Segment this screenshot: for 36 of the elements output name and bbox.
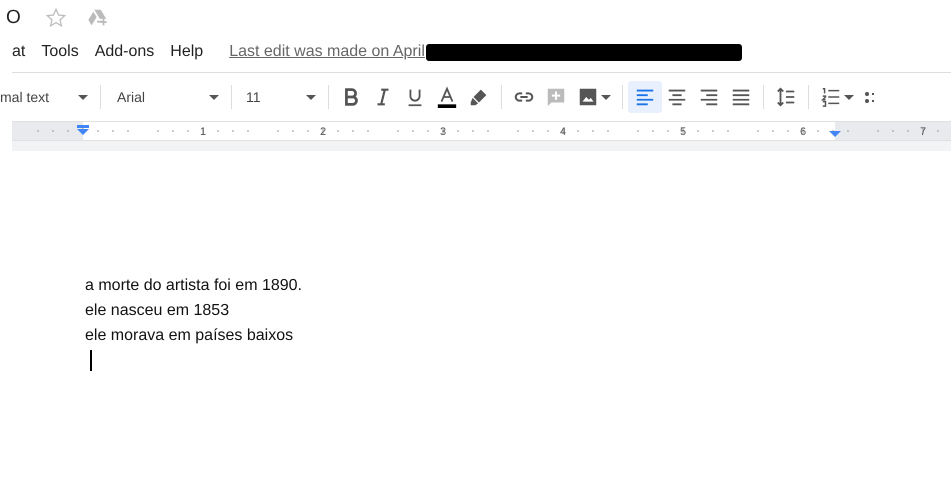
size-dropdown[interactable]: 11 bbox=[238, 82, 322, 112]
ruler-margin bbox=[12, 122, 83, 140]
menu-item[interactable]: Tools bbox=[41, 43, 79, 61]
ruler-number: 6 bbox=[800, 126, 806, 138]
style-dropdown[interactable]: mal text bbox=[0, 82, 94, 112]
ruler-number: 2 bbox=[320, 126, 326, 138]
text-cursor bbox=[90, 350, 92, 371]
menu-item[interactable]: Help bbox=[170, 43, 204, 61]
menu-item[interactable]: at bbox=[12, 43, 26, 61]
caret-icon bbox=[306, 94, 316, 100]
document-title[interactable]: O bbox=[6, 7, 21, 29]
last-edit-link[interactable]: Last edit was made on April bbox=[229, 43, 425, 61]
line-spacing-icon bbox=[775, 86, 797, 108]
caret-icon bbox=[601, 94, 611, 100]
text-line: ele nasceu em 1853 bbox=[85, 301, 230, 321]
ruler-number: 5 bbox=[680, 126, 686, 138]
add-comment-icon bbox=[545, 86, 567, 108]
menu-item[interactable]: Add-ons bbox=[94, 43, 154, 61]
align-left-button[interactable] bbox=[628, 81, 662, 113]
text-line: ele morava em países baixos bbox=[85, 326, 294, 346]
caret-icon bbox=[78, 94, 88, 100]
numbered-list-icon bbox=[820, 86, 842, 108]
caret-icon bbox=[844, 94, 854, 100]
ruler-number: 1 bbox=[200, 126, 206, 138]
star-icon[interactable] bbox=[44, 7, 67, 29]
font-dropdown[interactable]: Arial bbox=[107, 82, 225, 112]
ruler-number: 3 bbox=[440, 126, 446, 138]
left-indent-marker[interactable] bbox=[77, 125, 89, 135]
text-line: a morte do artista foi em 1890. bbox=[85, 276, 303, 296]
right-indent-marker[interactable] bbox=[829, 131, 841, 137]
text-color-icon bbox=[436, 86, 458, 108]
bulleted-list-icon bbox=[864, 91, 874, 103]
ruler-number: 7 bbox=[920, 126, 926, 138]
image-icon bbox=[577, 86, 599, 108]
ruler-number: 4 bbox=[560, 126, 566, 138]
caret-icon bbox=[209, 94, 219, 100]
